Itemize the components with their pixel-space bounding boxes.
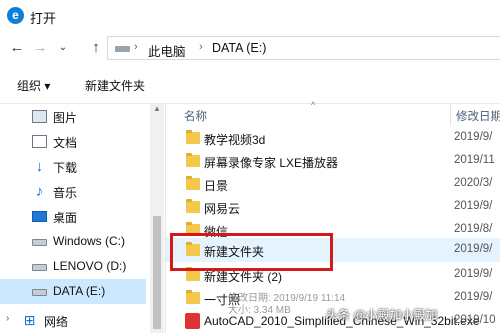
file-date: 2019/9/	[454, 291, 493, 303]
file-name: 新建文件夹	[204, 245, 265, 259]
file-date: 2019/9/	[454, 131, 493, 143]
list-item[interactable]: 教学视频3d 2019/9/	[166, 126, 500, 150]
new-folder-button[interactable]: 新建文件夹	[85, 77, 145, 94]
desktop-icon	[32, 211, 47, 222]
file-date: 2019/9/	[454, 243, 493, 255]
chevron-right-icon[interactable]: ›	[199, 41, 203, 53]
folder-icon	[186, 153, 200, 167]
window-title: 打开	[30, 11, 57, 26]
breadcrumb-this-pc[interactable]: 此电脑	[148, 41, 186, 60]
sidebar-item-label: DATA (E:)	[53, 284, 106, 298]
column-header: ^ 名称 修改日期	[166, 100, 500, 126]
sidebar-item-drive-d[interactable]: LENOVO (D:)	[0, 254, 146, 279]
folder-icon	[186, 199, 200, 213]
toolbar: 组织 ▾ 新建文件夹	[0, 66, 500, 104]
sort-ascending-icon: ^	[311, 100, 316, 110]
sidebar-item-label: 图片	[53, 111, 78, 125]
music-icon: ♪	[35, 183, 44, 200]
tooltip-date: 修改日期: 2019/9/19 11:14	[228, 293, 346, 304]
sidebar-item-drive-c[interactable]: Windows (C:)	[0, 229, 146, 254]
navigation-pane: 图片 文档 ↓ 下载 ♪ 音乐 桌面 Windows (C:) LENOVO (…	[0, 104, 165, 333]
sidebar-item-label: 下载	[53, 161, 78, 175]
organize-button[interactable]: 组织 ▾	[17, 77, 50, 94]
file-name: 教学视频3d	[204, 133, 266, 147]
file-name: 屏幕录像专家 LXE播放器	[204, 156, 339, 170]
sidebar-item-music[interactable]: ♪ 音乐	[0, 179, 146, 204]
sidebar-item-pictures[interactable]: 图片	[0, 104, 146, 129]
drive-icon	[32, 264, 47, 271]
folder-icon	[186, 130, 200, 144]
list-item[interactable]: 网易云 2019/9/	[166, 195, 500, 219]
sidebar-item-downloads[interactable]: ↓ 下载	[0, 154, 146, 179]
network-icon: ⊞	[23, 312, 36, 328]
drive-icon	[32, 289, 47, 296]
scroll-up-icon[interactable]: ▲	[152, 104, 162, 114]
file-name: 新建文件夹 (2)	[204, 270, 283, 284]
sidebar-item-label: LENOVO (D:)	[53, 259, 127, 273]
chevron-right-icon[interactable]: ›	[6, 313, 9, 324]
navigation-bar: ← → ⌄ ↑ › 此电脑 › DATA (E:)	[0, 32, 500, 64]
sidebar-item-label: 桌面	[53, 211, 78, 225]
column-date-header[interactable]: 修改日期	[456, 108, 500, 124]
sidebar-item-documents[interactable]: 文档	[0, 129, 146, 154]
list-item[interactable]: 新建文件夹 (2) 2019/9/	[166, 263, 500, 287]
file-date: 2019/9/	[454, 200, 493, 212]
file-date: 2019/8/	[454, 223, 493, 235]
edge-icon: e	[7, 7, 24, 24]
folder-icon	[186, 176, 200, 190]
sidebar-item-desktop[interactable]: 桌面	[0, 204, 146, 229]
watermark: 头条 @小殿加小殿加	[326, 308, 438, 322]
folder-icon	[186, 242, 200, 256]
sidebar-item-label: 文档	[53, 136, 78, 150]
list-item[interactable]: 屏幕录像专家 LXE播放器 2019/11	[166, 149, 500, 173]
folder-icon	[186, 290, 200, 304]
download-icon: ↓	[35, 158, 44, 175]
sidebar-item-drive-e[interactable]: DATA (E:)	[0, 279, 146, 304]
folder-icon	[186, 222, 200, 236]
file-date: 2020/3/	[454, 177, 493, 189]
sidebar-item-network[interactable]: › ⊞ 网络	[0, 308, 146, 333]
title-bar: e 打开	[0, 0, 500, 32]
breadcrumb-data-drive[interactable]: DATA (E:)	[212, 41, 266, 55]
forward-arrow-icon[interactable]: →	[31, 38, 49, 58]
list-item[interactable]: 日景 2020/3/	[166, 172, 500, 196]
file-name: 网易云	[204, 202, 241, 216]
file-date: 2019/11	[454, 154, 495, 166]
file-date: 2019/9/	[454, 268, 493, 280]
recent-dropdown-icon[interactable]: ⌄	[54, 38, 72, 58]
sidebar-item-label: 网络	[44, 315, 69, 329]
drive-icon	[115, 46, 130, 52]
list-item-new-folder[interactable]: 新建文件夹 2019/9/	[166, 238, 500, 262]
back-arrow-icon[interactable]: ←	[8, 38, 26, 58]
scrollbar-thumb[interactable]	[153, 216, 161, 329]
sidebar-scrollbar[interactable]: ▲	[150, 104, 164, 333]
sidebar-item-label: Windows (C:)	[53, 234, 126, 248]
file-name: 日景	[204, 179, 229, 193]
drive-icon	[32, 239, 47, 246]
chevron-right-icon[interactable]: ›	[134, 41, 138, 53]
address-bar[interactable]: › 此电脑 › DATA (E:)	[107, 36, 500, 60]
column-divider[interactable]	[450, 104, 451, 126]
document-icon	[32, 135, 47, 148]
up-arrow-icon[interactable]: ↑	[87, 38, 105, 58]
sidebar-item-label: 音乐	[53, 186, 78, 200]
folder-icon	[186, 267, 200, 281]
column-name-header[interactable]: 名称	[184, 108, 207, 124]
picture-icon	[32, 110, 47, 123]
application-icon	[185, 313, 200, 329]
file-date: 2019/10	[454, 314, 496, 326]
